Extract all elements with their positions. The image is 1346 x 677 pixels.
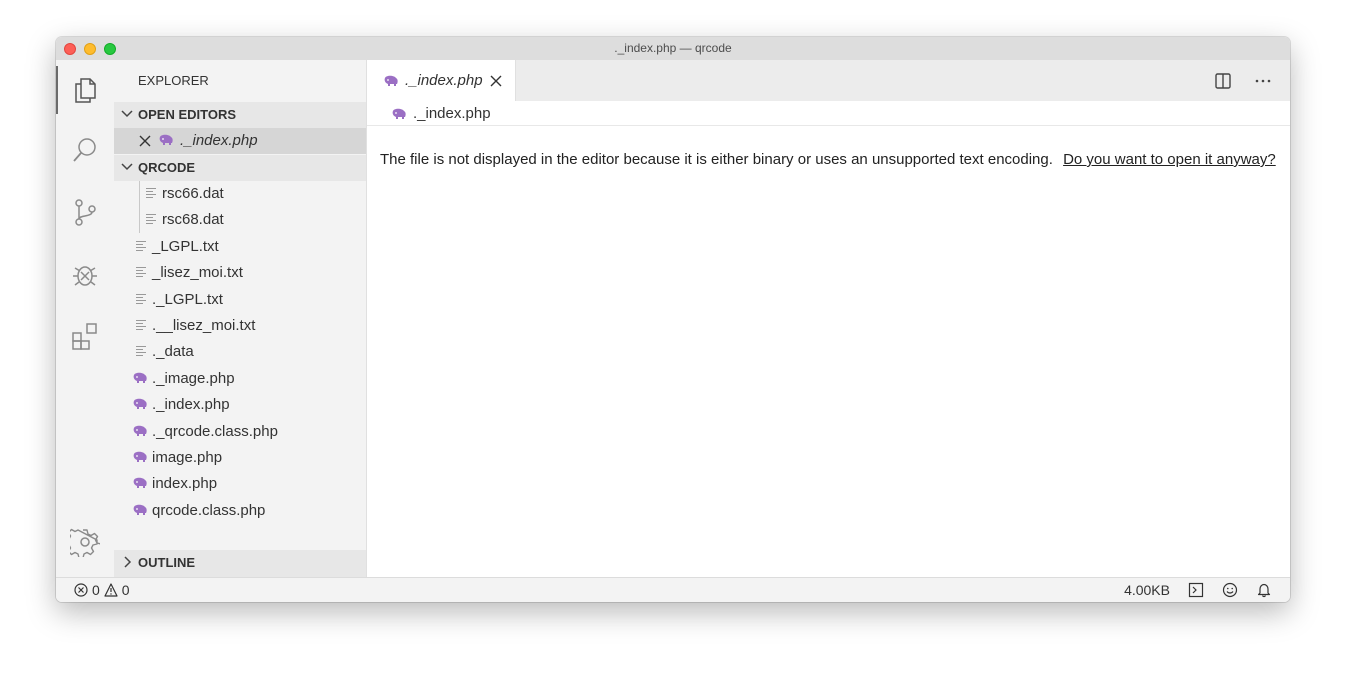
file-tree-item[interactable]: _LGPL.txt <box>114 234 366 260</box>
search-activity-button[interactable] <box>56 126 114 174</box>
outline-label: OUTLINE <box>138 555 196 570</box>
text-file-icon <box>136 267 146 278</box>
extensions-activity-button[interactable] <box>56 312 114 360</box>
file-tree-item[interactable]: ._LGPL.txt <box>114 287 366 313</box>
text-file-icon <box>146 214 156 225</box>
explorer-sidebar: EXPLORER OPEN EDITORS ._index.php QRCODE… <box>114 60 367 577</box>
php-elephant-icon <box>133 425 147 436</box>
php-elephant-icon <box>133 372 147 383</box>
file-tree-label: rsc66.dat <box>162 185 224 202</box>
qrcode-folder-label: QRCODE <box>138 160 196 175</box>
source-control-activity-button[interactable] <box>56 188 114 236</box>
file-tree-label: ._image.php <box>152 369 235 387</box>
app-window: ._index.php — qrcode EXPLORER OPEN EDITO… <box>56 37 1290 602</box>
debug-activity-button[interactable] <box>56 250 114 298</box>
file-tree-label: _LGPL.txt <box>152 237 219 255</box>
php-elephant-icon <box>133 478 147 489</box>
file-tree-label: ._LGPL.txt <box>152 290 223 308</box>
title-bar: ._index.php — qrcode <box>56 37 1290 61</box>
split-editor-icon[interactable] <box>1214 72 1232 90</box>
php-elephant-icon <box>384 75 398 86</box>
file-tree-label: rsc68.dat <box>162 211 224 229</box>
breadcrumb[interactable]: ._index.php <box>367 101 1290 126</box>
editor-tab[interactable]: ._index.php <box>367 60 516 101</box>
open-editors-label: OPEN EDITORS <box>138 107 237 122</box>
file-tree-item[interactable]: ._index.php <box>114 392 366 418</box>
source-control-icon <box>75 199 96 226</box>
extensions-icon <box>72 323 97 350</box>
file-tree-label: ._data <box>152 343 194 361</box>
binary-file-message: The file is not displayed in the editor … <box>380 151 1276 168</box>
text-file-icon <box>136 293 146 304</box>
file-tree-item[interactable]: rsc68.dat <box>114 207 366 233</box>
tab-label: ._index.php <box>405 72 483 89</box>
open-editors-header[interactable]: OPEN EDITORS <box>114 102 366 128</box>
php-elephant-icon <box>133 398 147 410</box>
bug-icon <box>73 266 97 286</box>
text-file-icon <box>136 240 146 251</box>
search-icon <box>73 138 96 162</box>
problems-indicator[interactable]: 0 0 <box>74 582 130 598</box>
file-tree-item[interactable]: rsc66.dat <box>114 181 366 207</box>
chevron-right-icon <box>124 556 132 568</box>
file-tree-label: ._qrcode.class.php <box>152 422 278 440</box>
php-elephant-icon <box>133 504 147 515</box>
file-tree-item[interactable]: _lisez_moi.txt <box>114 260 366 286</box>
php-elephant-icon <box>133 451 147 462</box>
file-tree-item[interactable]: index.php <box>114 471 366 497</box>
file-tree-label: qrcode.class.php <box>152 501 266 519</box>
terminal-icon[interactable] <box>1188 582 1204 598</box>
error-count: 0 <box>92 582 100 598</box>
open-editor-item[interactable]: ._index.php <box>114 128 366 154</box>
warning-count: 0 <box>121 582 130 598</box>
open-editor-label: ._index.php <box>180 132 258 149</box>
gear-icon <box>70 528 100 557</box>
explorer-title: EXPLORER <box>138 73 209 88</box>
file-tree-item[interactable]: ._image.php <box>114 366 366 392</box>
tabs-bar: ._index.php <box>367 60 1290 101</box>
status-bar: 0 0 4.00KB <box>56 577 1290 602</box>
close-icon[interactable] <box>138 134 152 148</box>
manage-activity-button[interactable] <box>56 518 114 566</box>
file-tree-label: index.php <box>152 475 218 493</box>
files-icon <box>75 78 96 103</box>
file-size[interactable]: 4.00KB <box>1124 582 1170 598</box>
text-file-icon <box>136 320 146 330</box>
open-anyway-link[interactable]: Do you want to open it anyway? <box>1063 151 1276 168</box>
file-tree-item[interactable]: .__lisez_moi.txt <box>114 313 366 339</box>
warning-icon <box>104 583 118 597</box>
notifications-bell-icon[interactable] <box>1256 582 1272 598</box>
file-tree-label: _lisez_moi.txt <box>152 264 243 282</box>
editor-actions <box>1214 72 1272 90</box>
file-tree-label: image.php <box>152 449 223 466</box>
text-file-icon <box>136 346 146 357</box>
file-tree-item[interactable]: image.php <box>114 445 366 471</box>
php-elephant-icon <box>159 134 173 145</box>
file-tree-item[interactable]: qrcode.class.php <box>114 498 366 524</box>
file-tree-label: ._index.php <box>152 396 230 414</box>
file-tree-item[interactable]: ._data <box>114 339 366 365</box>
feedback-smiley-icon[interactable] <box>1222 582 1238 598</box>
chevron-down-icon <box>121 110 133 118</box>
file-tree-item[interactable]: ._qrcode.class.php <box>114 419 366 445</box>
close-icon[interactable] <box>489 74 503 88</box>
chevron-down-icon <box>121 163 133 171</box>
editor-area: ._index.php ._index.php The file is not … <box>367 60 1290 577</box>
binary-message-text: The file is not displayed in the editor … <box>380 151 1053 168</box>
status-right: 4.00KB <box>1124 582 1272 598</box>
file-tree-label: .__lisez_moi.txt <box>152 317 256 334</box>
text-file-icon <box>146 188 156 198</box>
breadcrumb-label: ._index.php <box>413 105 491 122</box>
more-actions-icon[interactable] <box>1254 72 1272 90</box>
qrcode-folder-header[interactable]: QRCODE <box>114 155 366 181</box>
explorer-activity-button[interactable] <box>56 66 114 114</box>
error-icon <box>74 583 88 597</box>
outline-header[interactable]: OUTLINE <box>114 550 366 577</box>
activity-bar <box>56 60 115 577</box>
php-elephant-icon <box>392 108 406 119</box>
window-title: ._index.php — qrcode <box>614 41 732 55</box>
